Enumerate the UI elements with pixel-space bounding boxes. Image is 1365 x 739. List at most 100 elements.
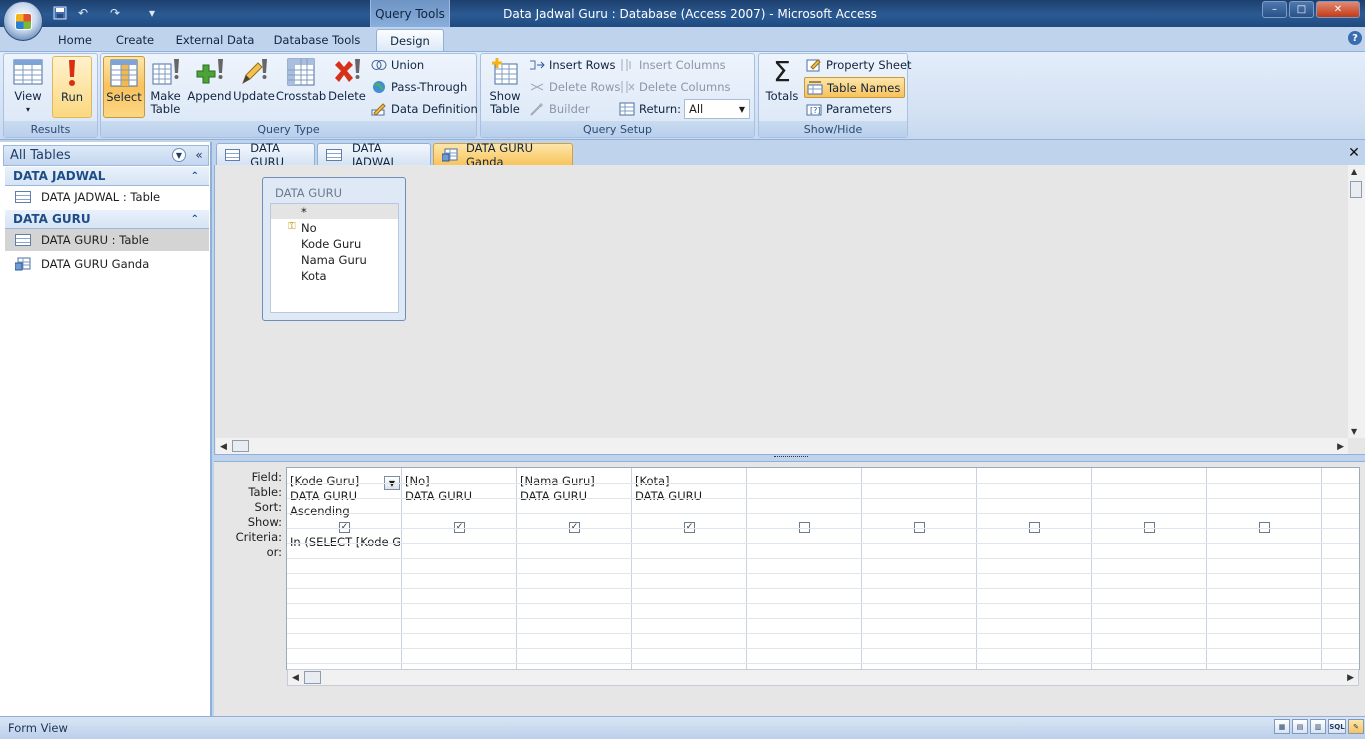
insert-rows-label: Insert Rows xyxy=(549,58,616,72)
append-button[interactable]: Append xyxy=(187,56,232,118)
nav-item-data-guru-table[interactable]: DATA GURU : Table xyxy=(5,229,209,251)
show-table-button[interactable]: Show Table xyxy=(484,56,526,118)
table-names-button[interactable]: Table Names xyxy=(804,77,906,98)
close-document-icon[interactable]: ✕ xyxy=(1346,145,1362,161)
doc-tab-data-jadwal[interactable]: DATA JADWAL xyxy=(317,141,431,169)
grid-row-line xyxy=(287,603,1359,604)
maximize-button[interactable]: □ xyxy=(1289,1,1314,18)
field-list-title: DATA GURU xyxy=(275,186,343,200)
insert-columns-button[interactable]: Insert Columns xyxy=(619,56,726,74)
undo-icon[interactable]: ↶ xyxy=(72,4,94,22)
select-query-icon xyxy=(108,57,140,89)
collapse-icon[interactable]: ⌃ xyxy=(191,171,199,182)
grid-cell-table[interactable]: DATA GURU xyxy=(520,489,630,503)
delete-columns-button[interactable]: Delete Columns xyxy=(619,78,730,96)
doc-tab-data-guru[interactable]: DATA GURU xyxy=(216,141,315,169)
field-item-kode-guru[interactable]: Kode Guru xyxy=(301,237,361,251)
save-icon[interactable] xyxy=(52,4,68,22)
pane-splitter[interactable] xyxy=(214,454,1365,462)
field-item-no[interactable]: No xyxy=(301,221,317,235)
grid-cell-field[interactable]: [Nama Guru] xyxy=(520,474,630,488)
update-button[interactable]: Update xyxy=(233,56,275,118)
sql-view-icon[interactable]: SQL xyxy=(1328,719,1346,734)
scroll-left-icon[interactable]: ◀ xyxy=(292,673,299,683)
grid-cell-table[interactable]: DATA GURU xyxy=(405,489,515,503)
property-sheet-button[interactable]: Property Sheet xyxy=(806,56,912,74)
tab-external-data[interactable]: External Data xyxy=(170,29,260,51)
field-item-kota[interactable]: Kota xyxy=(301,269,327,283)
datasheet-view-icon[interactable]: ▦ xyxy=(1274,719,1290,734)
view-dropdown-arrow[interactable]: ▾ xyxy=(26,103,30,116)
pivotchart-view-icon[interactable]: ▥ xyxy=(1310,719,1326,734)
collapse-icon[interactable]: ⌃ xyxy=(191,214,199,225)
delete-query-button[interactable]: Delete xyxy=(327,56,367,118)
pivottable-view-icon[interactable]: ▤ xyxy=(1292,719,1308,734)
grid-cell-field[interactable]: [Kota] xyxy=(635,474,745,488)
select-query-button[interactable]: Select xyxy=(103,56,145,118)
nav-item-data-guru-ganda-query[interactable]: DATA GURU Ganda xyxy=(5,253,209,275)
upper-horizontal-scrollbar[interactable]: ◀ ▶ xyxy=(216,438,1348,455)
customize-qat-icon[interactable]: ▾ xyxy=(145,4,159,22)
grid-cell-criteria[interactable]: In (SELECT [Kode Guru xyxy=(290,535,400,549)
return-dropdown[interactable]: All ▼ xyxy=(684,99,750,119)
scroll-thumb[interactable] xyxy=(304,671,321,684)
builder-button[interactable]: Builder xyxy=(529,100,590,118)
scroll-down-icon[interactable]: ▼ xyxy=(1351,427,1357,436)
view-button[interactable]: View ▾ xyxy=(7,56,49,118)
scroll-thumb[interactable] xyxy=(232,440,249,452)
scroll-thumb[interactable] xyxy=(1350,181,1362,198)
nav-menu-chevron-icon[interactable]: ▼ xyxy=(172,148,186,162)
crosstab-button[interactable]: Crosstab xyxy=(276,56,326,118)
design-grid[interactable]: [Kode Guru] DATA GURU Ascending In (SELECT … xyxy=(286,467,1360,670)
scroll-right-icon[interactable]: ▶ xyxy=(1337,442,1344,452)
make-table-button[interactable]: Make Table xyxy=(147,56,184,118)
union-button[interactable]: Union xyxy=(371,56,424,74)
insert-rows-button[interactable]: Insert Rows xyxy=(529,56,616,74)
upper-vertical-scrollbar[interactable]: ▲ ▼ xyxy=(1348,165,1365,438)
globe-icon xyxy=(371,80,387,94)
tab-create[interactable]: Create xyxy=(109,29,161,51)
chevron-down-icon: ▼ xyxy=(738,104,745,114)
grid-row-line xyxy=(287,543,1359,544)
field-item-all[interactable]: * xyxy=(301,205,307,219)
delete-rows-button[interactable]: Delete Rows xyxy=(529,78,620,96)
shutter-bar-close-icon[interactable]: « xyxy=(192,148,206,162)
data-definition-button[interactable]: Data Definition xyxy=(371,100,478,118)
run-button[interactable]: Run xyxy=(52,56,92,118)
delete-rows-label: Delete Rows xyxy=(549,80,621,94)
parameters-button[interactable]: [?] Parameters xyxy=(806,100,892,118)
tab-design[interactable]: Design xyxy=(376,29,444,51)
nav-group-label: DATA JADWAL xyxy=(13,169,106,183)
totals-button[interactable]: Σ Totals xyxy=(763,56,801,118)
scroll-left-icon[interactable]: ◀ xyxy=(220,442,227,452)
scroll-right-icon[interactable]: ▶ xyxy=(1347,673,1354,683)
nav-group-data-guru[interactable]: DATA GURU ⌃ xyxy=(5,210,209,229)
field-list-window[interactable]: DATA GURU * ⚿ No Kode Guru Nama Guru Kot… xyxy=(262,177,406,321)
tab-database-tools[interactable]: Database Tools xyxy=(268,29,366,51)
field-item-nama-guru[interactable]: Nama Guru xyxy=(301,253,367,267)
design-view-icon[interactable]: ✎ xyxy=(1348,719,1364,734)
table-icon xyxy=(326,148,342,161)
table-icon xyxy=(225,148,241,161)
row-label-show: Show: xyxy=(247,515,282,529)
grid-cell-field[interactable]: [No] xyxy=(405,474,515,488)
doc-tab-data-guru-ganda[interactable]: DATA GURU Ganda xyxy=(433,141,573,169)
delete-label: Delete xyxy=(328,89,366,103)
tab-home[interactable]: Home xyxy=(50,29,100,51)
help-icon[interactable]: ? xyxy=(1348,31,1362,45)
insert-columns-icon xyxy=(619,58,635,72)
grid-horizontal-scrollbar[interactable]: ◀ ▶ xyxy=(287,669,1359,686)
scroll-up-icon[interactable]: ▲ xyxy=(1351,167,1357,176)
group-query-setup-label: Query Setup xyxy=(481,121,754,137)
nav-item-data-jadwal-table[interactable]: DATA JADWAL : Table xyxy=(5,186,209,208)
nav-group-data-jadwal[interactable]: DATA JADWAL ⌃ xyxy=(5,167,209,186)
minimize-button[interactable]: – xyxy=(1262,1,1287,18)
grid-cell-table[interactable]: DATA GURU xyxy=(635,489,745,503)
grid-cell-table[interactable]: DATA GURU xyxy=(290,489,400,503)
close-button[interactable]: ✕ xyxy=(1316,1,1360,18)
delete-columns-label: Delete Columns xyxy=(639,80,731,94)
pass-through-button[interactable]: Pass-Through xyxy=(371,78,467,96)
redo-icon[interactable]: ↷ xyxy=(104,4,126,22)
grid-cell-sort[interactable]: Ascending xyxy=(290,504,400,518)
office-button[interactable] xyxy=(3,1,43,41)
